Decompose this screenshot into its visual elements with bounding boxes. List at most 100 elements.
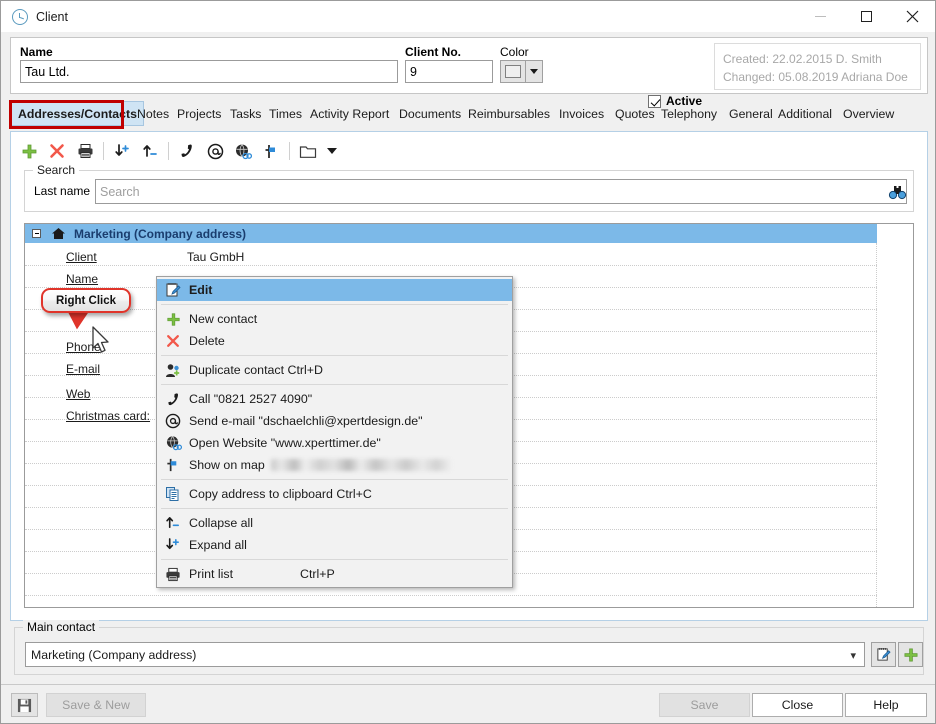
- more-icon[interactable]: [322, 138, 342, 164]
- chevron-down-icon: ▾: [850, 649, 856, 662]
- context-menu-item-collapse-all[interactable]: Collapse all: [157, 512, 512, 534]
- main-contact-edit-button[interactable]: [871, 642, 896, 667]
- tab-invoices[interactable]: Invoices: [553, 101, 610, 126]
- help-label: Help: [873, 698, 898, 712]
- print-icon[interactable]: [71, 138, 99, 164]
- context-menu-label: Open Website "www.xperttimer.de": [189, 436, 381, 450]
- context-menu-label: Print list: [189, 567, 233, 581]
- record-meta: Created: 22.02.2015 D. Smith Changed: 05…: [714, 43, 921, 90]
- website-icon[interactable]: [229, 138, 257, 164]
- last-name-label: Last name: [34, 184, 90, 198]
- name-field[interactable]: [20, 60, 398, 83]
- color-swatch-button[interactable]: [500, 60, 526, 83]
- context-menu-item-print-list[interactable]: Print list Ctrl+P: [157, 563, 512, 585]
- collapse-all-icon[interactable]: [136, 138, 164, 164]
- save-and-new-button[interactable]: Save & New: [46, 693, 146, 717]
- add-icon: [157, 312, 189, 327]
- tree-label-name[interactable]: Name: [66, 272, 98, 286]
- duplicate-contact-icon: [157, 363, 189, 378]
- minimize-button[interactable]: [797, 1, 843, 32]
- tab-overview[interactable]: Overview: [837, 101, 900, 126]
- folder-icon[interactable]: [294, 138, 322, 164]
- tab-telephony[interactable]: Telephony: [655, 101, 723, 126]
- collapse-expander-icon[interactable]: [32, 229, 41, 238]
- tree-label-email[interactable]: E-mail: [66, 362, 100, 376]
- edit-icon: [157, 282, 189, 298]
- tree-label-client[interactable]: Client: [66, 250, 97, 264]
- client-header-panel: Name Client No. Color Active Created: 22…: [10, 37, 928, 94]
- client-window: Client Name Client No. Color Active Crea…: [0, 0, 936, 724]
- context-menu-label: Duplicate contact Ctrl+D: [189, 363, 323, 377]
- tab-quotes[interactable]: Quotes: [609, 101, 661, 126]
- context-menu-item-show-on-map[interactable]: Show on map: [157, 454, 512, 476]
- tree-label-web[interactable]: Web: [66, 387, 90, 401]
- context-menu-label: Send e-mail "dschaelchli@xpertdesign.de": [189, 414, 423, 428]
- contact-context-menu[interactable]: Edit New contact Delete Duplicate contac…: [156, 276, 513, 588]
- context-menu-item-expand-all[interactable]: Expand all: [157, 534, 512, 556]
- main-contact-group: Main contact Marketing (Company address)…: [14, 627, 924, 675]
- main-contact-value: Marketing (Company address): [31, 648, 196, 662]
- toolbar-separator: [103, 142, 104, 160]
- client-no-field[interactable]: [405, 60, 493, 83]
- map-icon[interactable]: [257, 138, 285, 164]
- tab-projects[interactable]: Projects: [171, 101, 227, 126]
- tab-reimbursables[interactable]: Reimbursables: [462, 101, 556, 126]
- name-label: Name: [20, 45, 53, 59]
- tab-times[interactable]: Times: [263, 101, 308, 126]
- tree-column-divider: [876, 243, 877, 607]
- tab-documents[interactable]: Documents: [393, 101, 467, 126]
- context-menu-label: Copy address to clipboard Ctrl+C: [189, 487, 372, 501]
- context-menu-item-send-email[interactable]: Send e-mail "dschaelchli@xpertdesign.de": [157, 410, 512, 432]
- search-input[interactable]: [95, 179, 907, 204]
- context-menu-separator: [161, 355, 508, 356]
- clock-icon: [12, 9, 28, 25]
- add-icon[interactable]: [15, 138, 43, 164]
- call-icon[interactable]: [173, 138, 201, 164]
- context-menu-item-new-contact[interactable]: New contact: [157, 308, 512, 330]
- title-bar: Client: [1, 1, 935, 32]
- map-icon: [157, 457, 189, 473]
- tree-label-christmas-card[interactable]: Christmas card:: [66, 409, 150, 423]
- save-icon-button[interactable]: [11, 693, 38, 717]
- tab-addresses-contacts[interactable]: Addresses/Contacts: [11, 101, 144, 126]
- binoculars-icon[interactable]: [887, 183, 907, 201]
- context-menu-label: Delete: [189, 334, 225, 348]
- delete-icon[interactable]: [43, 138, 71, 164]
- close-button[interactable]: [889, 1, 935, 32]
- save-icon: [17, 698, 32, 713]
- context-menu-item-delete[interactable]: Delete: [157, 330, 512, 352]
- tree-root-row[interactable]: Marketing (Company address): [25, 224, 877, 243]
- context-menu-item-call[interactable]: Call "0821 2527 4090": [157, 388, 512, 410]
- tab-activity-report[interactable]: Activity Report: [304, 101, 395, 126]
- context-menu-item-open-website[interactable]: Open Website "www.xperttimer.de": [157, 432, 512, 454]
- tab-bar: Addresses/Contacts Notes Projects Tasks …: [1, 101, 935, 127]
- context-menu-accelerator: Ctrl+P: [300, 567, 335, 581]
- home-icon: [51, 227, 66, 240]
- context-menu-item-copy-address[interactable]: Copy address to clipboard Ctrl+C: [157, 483, 512, 505]
- close-button-footer[interactable]: Close: [752, 693, 843, 717]
- email-icon[interactable]: [201, 138, 229, 164]
- close-icon: [906, 10, 919, 23]
- tab-general[interactable]: General: [723, 101, 779, 126]
- expand-all-icon[interactable]: [108, 138, 136, 164]
- main-contact-add-button[interactable]: [898, 642, 923, 667]
- expand-all-icon: [157, 537, 189, 553]
- context-menu-label: Call "0821 2527 4090": [189, 392, 312, 406]
- changed-text: Changed: 05.08.2019 Adriana Doe: [723, 68, 920, 86]
- tab-tasks[interactable]: Tasks: [224, 101, 267, 126]
- save-button[interactable]: Save: [659, 693, 750, 717]
- maximize-button[interactable]: [843, 1, 889, 32]
- minimize-icon: [815, 16, 826, 17]
- color-dropdown-button[interactable]: [526, 60, 543, 83]
- caret-down-icon: [327, 148, 337, 154]
- contacts-toolbar: [15, 137, 920, 165]
- color-picker[interactable]: [500, 60, 543, 83]
- context-menu-label: Expand all: [189, 538, 247, 552]
- context-menu-item-edit[interactable]: Edit: [157, 279, 512, 301]
- main-contact-select[interactable]: Marketing (Company address) ▾: [25, 642, 865, 667]
- context-menu-item-duplicate-contact[interactable]: Duplicate contact Ctrl+D: [157, 359, 512, 381]
- tab-additional[interactable]: Additional: [772, 101, 838, 126]
- tab-notes[interactable]: Notes: [131, 101, 175, 126]
- redacted-address-text: [271, 459, 451, 471]
- help-button[interactable]: Help: [845, 693, 927, 717]
